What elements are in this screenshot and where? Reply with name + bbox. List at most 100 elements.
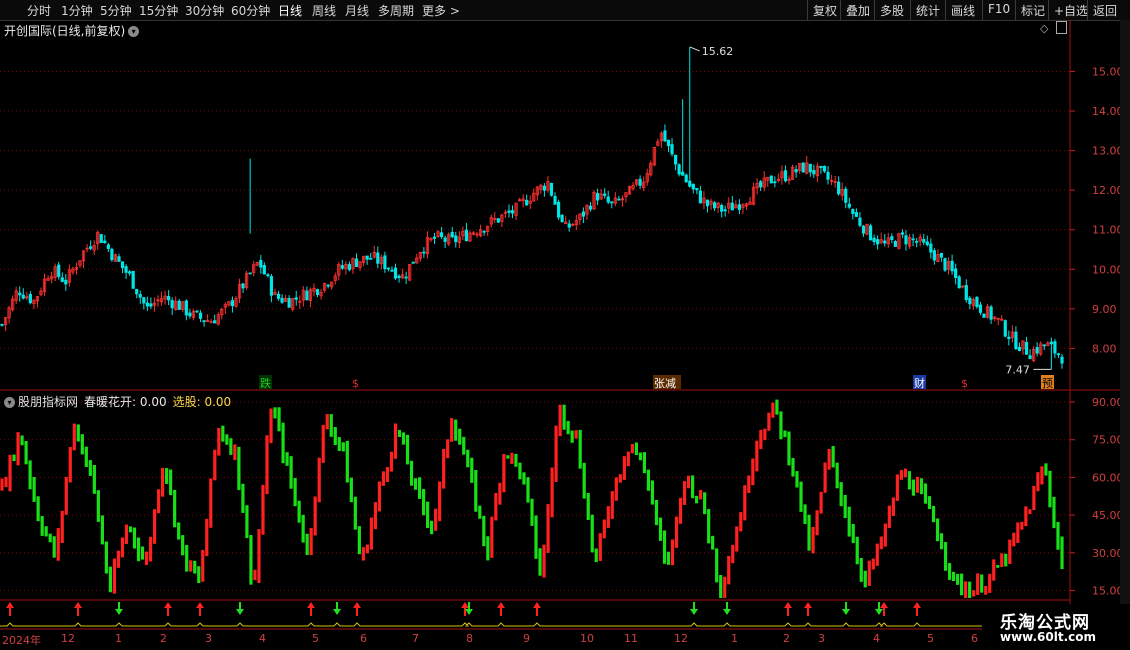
event-marker: $ <box>961 377 968 390</box>
candle-body <box>60 277 64 282</box>
indicator-bar <box>678 497 683 524</box>
candle-body <box>872 237 876 243</box>
candle-body <box>553 195 557 205</box>
candle-body <box>968 297 972 305</box>
candle-body <box>188 312 192 317</box>
candle-body <box>411 261 415 264</box>
candle-body <box>890 236 894 240</box>
indicator-bar <box>715 548 719 583</box>
candle-body <box>138 294 142 298</box>
candle-body <box>939 252 944 258</box>
candle-body <box>432 236 437 239</box>
candle-body <box>567 223 571 228</box>
indicator-bar <box>935 518 940 542</box>
indicator-name: 股朋指标网 <box>18 395 79 409</box>
candle-body <box>266 274 270 277</box>
indicator-bar <box>486 536 490 561</box>
indicator-bar <box>156 489 161 514</box>
indicator-bar <box>915 476 920 493</box>
indicator-bar <box>807 514 811 551</box>
candle-body <box>730 202 734 211</box>
indicator-bar <box>253 569 257 581</box>
indicator-bar <box>923 483 928 504</box>
candle-body <box>422 251 426 254</box>
candle-body <box>911 238 915 241</box>
indicator-bar <box>285 452 289 466</box>
indicator-bar <box>104 541 108 574</box>
indicator-bar <box>763 428 767 441</box>
indicator-bar <box>867 560 871 586</box>
candle-body <box>858 217 862 226</box>
indicator-bar <box>329 414 333 437</box>
indicator-bar <box>100 515 104 545</box>
candle-body <box>989 306 993 320</box>
indicator-bar <box>827 449 831 470</box>
indicator-bar <box>249 535 253 585</box>
indicator-bar <box>771 402 775 418</box>
indicator-bar <box>731 544 735 564</box>
up-arrow-icon <box>880 602 888 608</box>
indicator-bar <box>976 573 980 595</box>
indicator-bar <box>421 489 426 516</box>
candle-body <box>854 212 858 217</box>
indicator-bar <box>341 442 345 452</box>
indicator-bar <box>703 492 707 515</box>
candle-body <box>876 239 880 245</box>
date-tick-17: 4 <box>873 632 880 645</box>
candle-body <box>443 237 447 242</box>
price-tick-label: 12.00 <box>1092 184 1120 197</box>
indicator-bar <box>377 481 382 512</box>
price-tick-label: 11.00 <box>1092 224 1120 237</box>
indicator-bar <box>393 423 398 459</box>
candle-body <box>950 260 954 272</box>
indicator-bar <box>879 536 883 550</box>
indicator-bar <box>482 515 486 547</box>
indicator-bar <box>426 501 430 529</box>
indicator-bar <box>739 512 743 532</box>
candle-body <box>929 243 933 253</box>
candle-body <box>99 234 103 243</box>
candle-body <box>21 294 25 299</box>
candle-body <box>354 258 359 267</box>
candle-body <box>365 255 369 260</box>
candle-body <box>259 260 263 268</box>
indicator-bar <box>289 456 293 489</box>
indicator-bar <box>185 545 189 572</box>
indicator-bar <box>956 573 960 585</box>
indicator-tick-label: 60.00 <box>1092 471 1120 484</box>
price-tick-label: 15.00 <box>1092 65 1120 78</box>
candle-body <box>241 283 245 289</box>
candle-body <box>943 258 947 271</box>
candle-body <box>347 264 352 271</box>
candle-body <box>638 178 642 186</box>
candle-body <box>893 241 897 247</box>
candle-body <box>167 295 171 301</box>
indicator-bar <box>1052 496 1056 529</box>
indicator-bar <box>72 423 76 451</box>
candle-body <box>606 196 610 203</box>
down-arrow-icon <box>723 609 731 615</box>
indicator-bar <box>385 467 390 483</box>
candle-body <box>904 235 908 245</box>
date-tick-7: 6 <box>360 632 367 645</box>
right-strip[interactable] <box>1120 20 1130 630</box>
candle-body <box>720 204 724 212</box>
candle-body <box>560 214 564 223</box>
indicator-bar <box>767 412 771 431</box>
low-label: 7.47 <box>1005 363 1029 376</box>
indicator-bar <box>353 496 357 530</box>
candle-body <box>1007 336 1011 340</box>
indicator-bar <box>454 419 458 441</box>
indicator-bar <box>831 446 835 468</box>
indicator-bar <box>44 526 48 537</box>
indicator-bar <box>261 484 265 535</box>
indicator-bar <box>735 526 739 552</box>
indicator-bar <box>851 523 855 544</box>
indicator-bar <box>811 526 815 554</box>
candle-body <box>525 199 529 206</box>
candle-body <box>464 229 469 242</box>
chevron-down-icon[interactable]: ▾ <box>4 397 15 408</box>
indicator-bar <box>799 481 803 512</box>
high-pointer <box>689 46 700 52</box>
candle-body <box>677 164 681 175</box>
